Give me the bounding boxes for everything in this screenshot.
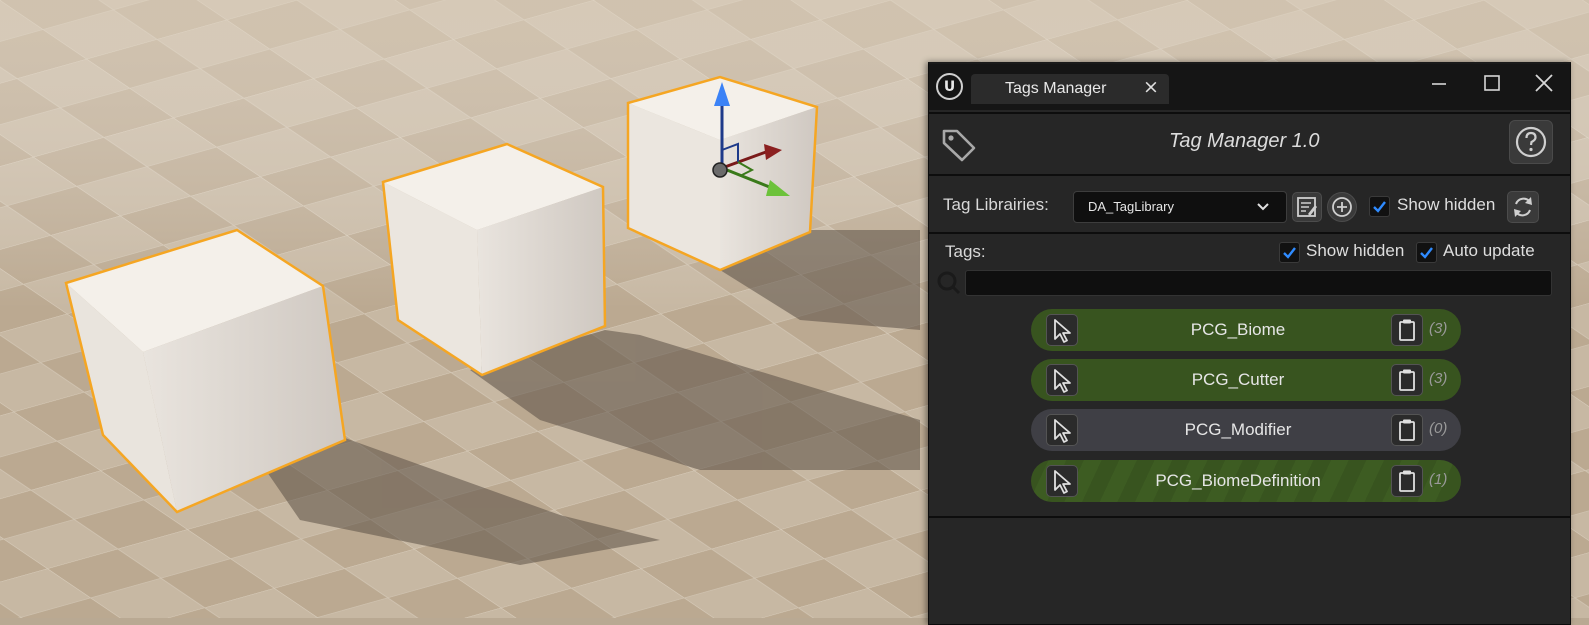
tags-show-hidden-checkbox[interactable] (1279, 242, 1300, 263)
tag-name[interactable]: PCG_Cutter (1091, 370, 1385, 390)
checkmark-icon (1373, 201, 1386, 213)
plus-circle-icon (1332, 197, 1352, 217)
refresh-icon (1514, 197, 1532, 217)
tag-libraries-label: Tag Librairies: (943, 195, 1049, 214)
help-icon (1515, 126, 1547, 158)
close-window-button[interactable] (1526, 70, 1562, 100)
tag-row: PCG_Modifier (0) (1031, 409, 1461, 451)
tag-name[interactable]: PCG_BiomeDefinition (1091, 471, 1385, 491)
minimize-icon (1432, 83, 1446, 85)
clipboard-icon (1399, 419, 1415, 441)
tags-show-hidden-label: Show hidden (1306, 241, 1405, 260)
tags-label: Tags: (945, 242, 986, 261)
cursor-arrow-icon (1054, 319, 1071, 343)
select-actors-button[interactable] (1046, 414, 1078, 446)
copy-tag-button[interactable] (1391, 414, 1423, 446)
edit-library-button[interactable] (1292, 192, 1322, 222)
select-actors-button[interactable] (1046, 314, 1078, 346)
tag-search-input[interactable] (965, 270, 1552, 296)
tag-count: (3) (1429, 370, 1448, 387)
divider (929, 232, 1570, 234)
divider (929, 516, 1570, 518)
tag-library-selected: DA_TagLibrary (1088, 199, 1174, 214)
tag-library-dropdown[interactable]: DA_TagLibrary (1073, 191, 1287, 223)
auto-update-checkbox[interactable] (1416, 242, 1437, 263)
divider (929, 174, 1570, 176)
tab-tags-manager[interactable]: Tags Manager × (971, 74, 1169, 104)
select-actors-button[interactable] (1046, 465, 1078, 497)
tag-name[interactable]: PCG_Modifier (1091, 420, 1385, 440)
tag-name[interactable]: PCG_Biome (1091, 320, 1385, 340)
tag-count: (0) (1429, 420, 1448, 437)
copy-tag-button[interactable] (1391, 314, 1423, 346)
search-icon (937, 271, 961, 295)
panel-title: Tag Manager 1.0 (1169, 130, 1320, 152)
cursor-arrow-icon (1054, 419, 1071, 443)
tags-manager-window: U Tags Manager × Tag Manager 1.0 Tag Lib… (928, 62, 1571, 625)
clipboard-icon (1399, 319, 1415, 341)
tag-row: PCG_Cutter (3) (1031, 359, 1461, 401)
refresh-button[interactable] (1507, 191, 1539, 223)
help-button[interactable] (1509, 120, 1553, 164)
window-titlebar[interactable]: U Tags Manager × (929, 64, 1570, 110)
clipboard-icon (1399, 470, 1415, 492)
unreal-logo-icon: U (936, 73, 963, 100)
close-icon (1535, 74, 1553, 92)
checkmark-icon (1283, 247, 1296, 259)
tag-row: PCG_Biome (3) (1031, 309, 1461, 351)
cursor-arrow-icon (1054, 470, 1071, 494)
tag-count: (3) (1429, 320, 1448, 337)
divider (929, 112, 1570, 114)
cursor-arrow-icon (1054, 369, 1071, 393)
tag-count: (1) (1429, 471, 1448, 488)
checkmark-icon (1420, 247, 1433, 259)
maximize-icon (1484, 75, 1500, 91)
maximize-button[interactable] (1474, 70, 1510, 100)
library-show-hidden-label: Show hidden (1397, 195, 1496, 214)
tag-row: PCG_BiomeDefinition (1) (1031, 460, 1461, 502)
chevron-down-icon (1257, 203, 1269, 211)
library-show-hidden-checkbox[interactable] (1369, 196, 1390, 217)
minimize-button[interactable] (1421, 70, 1457, 100)
add-library-button[interactable] (1327, 192, 1357, 222)
copy-tag-button[interactable] (1391, 364, 1423, 396)
clipboard-icon (1399, 369, 1415, 391)
tag-icon (942, 129, 976, 162)
edit-note-icon (1297, 197, 1317, 217)
select-actors-button[interactable] (1046, 364, 1078, 396)
copy-tag-button[interactable] (1391, 465, 1423, 497)
auto-update-label: Auto update (1443, 241, 1535, 260)
tab-label: Tags Manager (1005, 80, 1107, 97)
tab-close-icon[interactable]: × (1143, 76, 1159, 98)
